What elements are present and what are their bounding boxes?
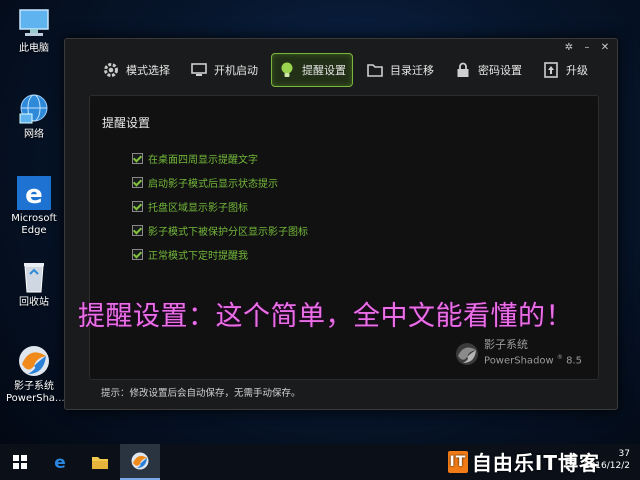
- powershadow-logo-icon: [456, 343, 479, 365]
- option-protected-partition-icon[interactable]: 影子模式下被保护分区显示影子图标: [132, 218, 308, 242]
- watermark: IT 自由乐IT博客: [447, 447, 600, 476]
- option-label: 影子模式下被保护分区显示影子图标: [148, 226, 308, 238]
- globe-icon: [16, 92, 52, 126]
- folder-icon: [367, 64, 383, 77]
- recycle-bin-icon: [16, 260, 52, 294]
- watermark-badge: IT: [447, 450, 468, 473]
- tab-label: 模式选择: [126, 64, 170, 77]
- tab-upgrade[interactable]: 升级: [535, 53, 595, 87]
- windows-icon: [13, 455, 27, 469]
- watermark-text: 自由乐IT博客: [471, 451, 600, 475]
- powershadow-icon: [131, 452, 149, 470]
- tab-bar: 模式选择 开机启动 提醒设置 目录迁移 密码设置 升级: [95, 53, 595, 87]
- powershadow-icon: [16, 344, 52, 378]
- tab-directory-migration[interactable]: 目录迁移: [359, 53, 441, 87]
- brand-version: 8.5: [566, 355, 582, 366]
- brand-product: PowerShadow: [484, 355, 554, 366]
- option-label: 在桌面四周显示提醒文字: [148, 154, 258, 166]
- taskbar-powershadow-button[interactable]: [120, 444, 160, 480]
- upgrade-icon: [544, 62, 558, 78]
- monitor-icon: [191, 63, 207, 76]
- close-button[interactable]: ✕: [599, 42, 611, 53]
- lightbulb-icon: [281, 62, 293, 77]
- taskbar-edge-button[interactable]: e: [40, 444, 80, 480]
- desktop-icon-label: 此电脑: [19, 43, 49, 54]
- desktop-icon-label: 网络: [24, 129, 44, 140]
- desktop-icon-label: Microsoft Edge: [11, 213, 57, 236]
- desktop-icon-powershadow[interactable]: 影子系统 PowerSha...: [6, 344, 65, 405]
- panel-title: 提醒设置: [102, 116, 151, 130]
- checkbox[interactable]: [132, 224, 143, 236]
- taskbar-explorer-button[interactable]: [80, 444, 120, 480]
- lock-icon: [457, 62, 469, 77]
- start-button[interactable]: [0, 444, 40, 480]
- option-list: 在桌面四周显示提醒文字 启动影子模式后显示状态提示 托盘区域显示影子图标 影子模…: [132, 146, 308, 266]
- window-controls: ✲ – ✕: [563, 42, 611, 53]
- option-desktop-border-text[interactable]: 在桌面四周显示提醒文字: [132, 146, 308, 170]
- status-bar-text: 提示：修改设置后会自动保存，无需手动保存。: [101, 388, 301, 399]
- desktop-icon-label: 影子系统 PowerSha...: [6, 381, 65, 404]
- tab-reminder-settings[interactable]: 提醒设置: [271, 53, 353, 87]
- tab-startup[interactable]: 开机启动: [183, 53, 265, 87]
- desktop-icon-edge[interactable]: e Microsoft Edge: [6, 176, 62, 237]
- edge-icon: e: [54, 453, 66, 471]
- option-label: 托盘区域显示影子图标: [148, 202, 248, 214]
- brand-name: 影子系统: [484, 337, 529, 351]
- taskbar: e IT 自由乐IT博客 37 2016/12/2: [0, 444, 640, 480]
- clock-date: 2016/12/2: [583, 461, 630, 471]
- system-clock[interactable]: 37 2016/12/2: [584, 448, 630, 472]
- tab-label: 密码设置: [478, 64, 522, 77]
- tab-label: 升级: [566, 64, 588, 77]
- option-timed-reminder[interactable]: 正常模式下定时提醒我: [132, 242, 308, 266]
- desktop-icon-recycle-bin[interactable]: 回收站: [6, 260, 62, 309]
- tab-password-settings[interactable]: 密码设置: [447, 53, 529, 87]
- overlay-caption: 提醒设置：这个简单，全中文能看懂的！: [78, 301, 573, 332]
- checkbox[interactable]: [132, 152, 143, 164]
- option-tray-icon[interactable]: 托盘区域显示影子图标: [132, 194, 308, 218]
- svg-text:e: e: [54, 453, 66, 471]
- brand-logo: 影子系统 PowerShadow ® 8.5: [454, 337, 582, 367]
- reminder-settings-panel: 提醒设置 在桌面四周显示提醒文字 启动影子模式后显示状态提示 托盘区域显示影子图…: [89, 95, 599, 380]
- desktop-icon-label: 回收站: [19, 297, 49, 308]
- svg-text:e: e: [25, 180, 43, 210]
- checkbox[interactable]: [132, 248, 143, 260]
- clock-time: 37: [618, 449, 630, 459]
- checkbox[interactable]: [132, 176, 143, 188]
- gear-icon: [104, 63, 118, 77]
- tab-label: 提醒设置: [302, 64, 346, 77]
- option-shadow-mode-status[interactable]: 启动影子模式后显示状态提示: [132, 170, 308, 194]
- desktop-icon-this-pc[interactable]: 此电脑: [6, 6, 62, 55]
- option-label: 启动影子模式后显示状态提示: [148, 178, 278, 190]
- desktop-icon-network[interactable]: 网络: [6, 92, 62, 141]
- tab-mode-select[interactable]: 模式选择: [95, 53, 177, 87]
- edge-icon: e: [16, 176, 52, 210]
- settings-icon[interactable]: ✲: [563, 42, 575, 53]
- tab-label: 目录迁移: [390, 64, 434, 77]
- option-label: 正常模式下定时提醒我: [148, 250, 248, 262]
- folder-icon: [92, 457, 108, 469]
- computer-icon: [16, 6, 52, 40]
- minimize-button[interactable]: –: [581, 42, 593, 53]
- checkbox[interactable]: [132, 200, 143, 212]
- tab-label: 开机启动: [214, 64, 258, 77]
- powershadow-window: ✲ – ✕ 模式选择 开机启动 提醒设置 目录迁移 密码设置 升级 提醒设置 在…: [64, 38, 618, 410]
